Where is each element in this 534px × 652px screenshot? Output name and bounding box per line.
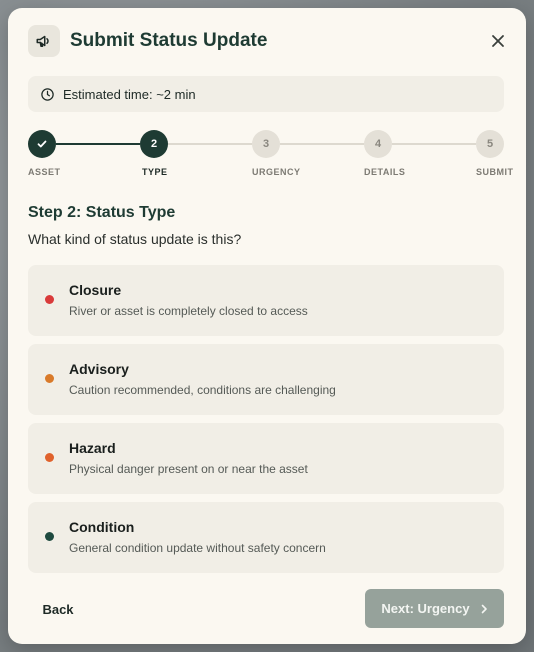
option-title: Closure — [69, 282, 122, 298]
chevron-right-icon — [480, 604, 488, 614]
step-4-label: DETAILS — [364, 167, 406, 177]
step-heading: Step 2: Status Type — [28, 204, 176, 221]
option-title: Hazard — [69, 440, 116, 456]
check-icon — [37, 140, 47, 148]
step-connector — [392, 143, 476, 145]
option-description: Caution recommended, conditions are chal… — [69, 383, 336, 397]
status-dot-advisory — [45, 374, 54, 383]
step-connector — [280, 143, 364, 145]
status-dot-hazard — [45, 453, 54, 462]
clock-icon — [41, 87, 54, 101]
step-3-label: URGENCY — [252, 167, 301, 177]
option-advisory[interactable]: Advisory Caution recommended, conditions… — [28, 344, 504, 415]
step-4-circle: 4 — [364, 130, 392, 158]
step-1-circle[interactable] — [28, 130, 56, 158]
megaphone-icon — [28, 25, 60, 57]
estimated-time-text: Estimated time: ~2 min — [63, 86, 196, 102]
option-description: River or asset is completely closed to a… — [69, 304, 308, 318]
close-icon — [492, 35, 504, 47]
back-button[interactable]: Back — [28, 589, 88, 629]
step-3-circle: 3 — [252, 130, 280, 158]
status-dot-closure — [45, 295, 54, 304]
next-button-label: Next: Urgency — [381, 601, 470, 616]
step-2-circle: 2 — [140, 130, 168, 158]
option-description: General condition update without safety … — [69, 541, 326, 555]
estimated-time-banner: Estimated time: ~2 min — [28, 76, 504, 112]
step-5-circle: 5 — [476, 130, 504, 158]
status-dot-condition — [45, 532, 54, 541]
dialog-title: Submit Status Update — [70, 30, 268, 51]
option-hazard[interactable]: Hazard Physical danger present on or nea… — [28, 423, 504, 494]
option-closure[interactable]: Closure River or asset is completely clo… — [28, 265, 504, 336]
option-title: Condition — [69, 519, 135, 535]
progress-stepper: 2 3 4 5 ASSET TYPE URGENCY DETAILS SUBMI… — [28, 130, 518, 180]
step-connector — [56, 143, 140, 145]
option-title: Advisory — [69, 361, 129, 377]
option-description: Physical danger present on or near the a… — [69, 462, 308, 476]
step-2-label: TYPE — [142, 167, 168, 177]
status-update-dialog: Submit Status Update Estimated time: ~2 … — [8, 8, 526, 644]
step-5-label: SUBMIT — [476, 167, 514, 177]
dialog-header: Submit Status Update — [28, 25, 506, 57]
close-button[interactable] — [484, 27, 512, 55]
next-button[interactable]: Next: Urgency — [365, 589, 504, 628]
option-condition[interactable]: Condition General condition update witho… — [28, 502, 504, 573]
step-question: What kind of status update is this? — [28, 231, 242, 247]
step-1-label: ASSET — [28, 167, 61, 177]
step-connector — [168, 143, 252, 145]
